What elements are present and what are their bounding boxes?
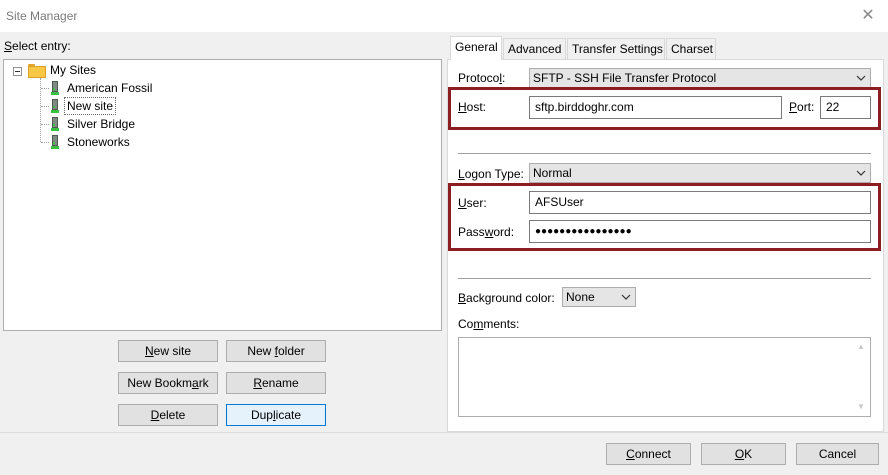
scroll-down-icon[interactable]: ▼ bbox=[856, 402, 866, 412]
connect-button[interactable]: Connect bbox=[606, 443, 691, 465]
background-color-value: None bbox=[566, 290, 595, 304]
rename-button[interactable]: Rename bbox=[226, 372, 326, 394]
window-title: Site Manager bbox=[6, 9, 78, 23]
site-tree[interactable]: My Sites American Fossil New site Silver… bbox=[3, 59, 442, 331]
host-label: Host: bbox=[458, 100, 487, 114]
server-icon bbox=[51, 99, 59, 113]
password-input[interactable]: ●●●●●●●●●●●●●●●● bbox=[529, 220, 871, 243]
server-icon bbox=[51, 135, 59, 149]
scroll-up-icon[interactable]: ▲ bbox=[856, 342, 866, 352]
cancel-button[interactable]: Cancel bbox=[796, 443, 879, 465]
ok-button[interactable]: OK bbox=[701, 443, 786, 465]
tab-charset[interactable]: Charset bbox=[666, 38, 716, 59]
new-site-button[interactable]: New site bbox=[118, 340, 218, 362]
duplicate-button[interactable]: Duplicate bbox=[226, 404, 326, 426]
port-label: Port: bbox=[789, 100, 815, 114]
background-color-label: Background color: bbox=[458, 291, 555, 305]
protocol-label: Protocol: bbox=[458, 71, 506, 85]
tree-root-my-sites[interactable]: My Sites bbox=[48, 62, 98, 78]
select-entry-label: Select entry: bbox=[4, 39, 71, 53]
tree-item-silver-bridge[interactable]: Silver Bridge bbox=[65, 116, 137, 132]
logon-type-label: Logon Type: bbox=[458, 167, 524, 181]
protocol-select[interactable]: SFTP - SSH File Transfer Protocol bbox=[529, 68, 871, 88]
folder-icon bbox=[28, 64, 46, 78]
server-icon bbox=[51, 117, 59, 131]
logon-type-value: Normal bbox=[533, 166, 572, 180]
tab-advanced[interactable]: Advanced bbox=[503, 38, 566, 59]
protocol-value: SFTP - SSH File Transfer Protocol bbox=[533, 71, 717, 85]
chevron-down-icon bbox=[856, 170, 866, 176]
port-input[interactable]: 22 bbox=[820, 96, 871, 119]
comments-label: Comments: bbox=[458, 317, 520, 331]
user-input[interactable]: AFSUser bbox=[529, 191, 871, 214]
separator bbox=[458, 278, 871, 279]
password-label: Password: bbox=[458, 225, 515, 239]
comments-scrollbar[interactable]: ▲ ▼ bbox=[853, 338, 870, 416]
logon-type-select[interactable]: Normal bbox=[529, 163, 871, 183]
comments-textarea[interactable]: ▲ ▼ bbox=[458, 337, 871, 417]
footer-separator bbox=[0, 432, 888, 433]
new-bookmark-button[interactable]: New Bookmark bbox=[118, 372, 218, 394]
new-folder-button[interactable]: New folder bbox=[226, 340, 326, 362]
server-icon bbox=[51, 81, 59, 95]
close-icon[interactable]: ✕ bbox=[858, 6, 878, 26]
separator bbox=[458, 153, 871, 154]
tree-item-new-site[interactable]: New site bbox=[63, 97, 117, 115]
chevron-down-icon bbox=[621, 294, 631, 300]
background-color-select[interactable]: None bbox=[562, 287, 636, 307]
user-label: User: bbox=[458, 196, 487, 210]
host-input[interactable]: sftp.birddoghr.com bbox=[529, 96, 782, 119]
tree-item-american-fossil[interactable]: American Fossil bbox=[65, 80, 154, 96]
delete-button[interactable]: Delete bbox=[118, 404, 218, 426]
tree-item-stoneworks[interactable]: Stoneworks bbox=[65, 134, 132, 150]
title-bar: Site Manager ✕ bbox=[0, 0, 888, 32]
tab-general[interactable]: General bbox=[450, 36, 502, 60]
chevron-down-icon bbox=[856, 75, 866, 81]
tab-transfer-settings[interactable]: Transfer Settings bbox=[567, 38, 665, 59]
collapse-icon[interactable] bbox=[13, 67, 22, 76]
